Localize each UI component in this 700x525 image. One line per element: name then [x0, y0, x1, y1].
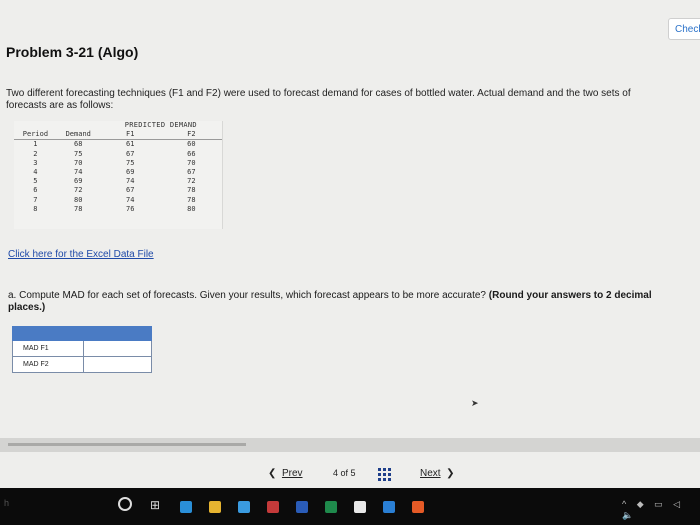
scroll-track[interactable]: [0, 438, 700, 452]
question-text: a. Compute MAD for each set of forecasts…: [8, 290, 486, 301]
table-cell: 61: [126, 140, 135, 149]
answer-table: MAD F1 MAD F2: [12, 326, 152, 374]
problem-title: Problem 3-21 (Algo): [6, 44, 139, 60]
store-icon[interactable]: [354, 501, 366, 513]
table-cell: 74: [126, 177, 135, 186]
mad-f1-input[interactable]: [83, 341, 151, 356]
table-cell: 78: [74, 204, 83, 213]
table-cell: 69: [126, 168, 135, 177]
answer-table-header: [12, 326, 152, 341]
table-cell: 5: [33, 177, 38, 186]
check-button[interactable]: Check: [668, 18, 700, 40]
table-row: 3 70 75 70: [14, 159, 222, 168]
predicted-demand-header: PREDICTED DEMAND: [124, 121, 197, 129]
next-label: Next: [420, 468, 441, 479]
table-cell: 80: [187, 204, 196, 213]
mad-f2-input[interactable]: [83, 357, 151, 372]
table-cell: 4: [33, 168, 38, 177]
table-row: 2 75 67 66: [14, 150, 222, 159]
answer-row-mad-f2: MAD F2: [12, 357, 152, 373]
edge-icon[interactable]: [180, 501, 192, 513]
table-row: 8 78 76 80: [14, 205, 222, 214]
grid-icon[interactable]: [378, 468, 391, 481]
word-icon[interactable]: [296, 501, 308, 513]
table-row: 5 69 74 72: [14, 177, 222, 186]
taskbar-mark: h: [4, 498, 10, 508]
next-button[interactable]: Next ❯: [420, 468, 455, 479]
column-header-period: Period: [14, 130, 57, 141]
table-cell: 75: [74, 149, 83, 158]
chevron-left-icon: ❮: [268, 468, 277, 479]
firefox-icon[interactable]: [412, 501, 424, 513]
table-cell: 74: [74, 168, 83, 177]
table-cell: 1: [33, 140, 38, 149]
forecast-table: PREDICTED DEMAND Period Demand F1 F2 1 68…: [14, 121, 223, 229]
table-cell: 3: [33, 158, 38, 167]
table-cell: 78: [187, 186, 196, 195]
table-cell: 76: [126, 204, 135, 213]
prev-button[interactable]: ❮ Prev: [268, 468, 303, 479]
taskbar: h ⊞ ^ ◆ ▭ ◁ 🔈: [0, 488, 700, 525]
pager: ❮ Prev 4 of 5 Next ❯: [0, 465, 700, 485]
table-row: 1 68 61 60: [14, 140, 222, 150]
page-count: 4 of 5: [333, 468, 356, 478]
answer-row-mad-f1: MAD F1: [12, 341, 152, 357]
search-icon[interactable]: [118, 497, 132, 511]
task-view-icon[interactable]: ⊞: [150, 498, 160, 512]
excel-data-link[interactable]: Click here for the Excel Data File: [8, 249, 154, 260]
table-cell: 66: [187, 149, 196, 158]
prev-label: Prev: [281, 468, 303, 479]
table-row: 7 80 74 78: [14, 196, 222, 205]
column-header-demand: Demand: [56, 130, 100, 141]
mad-f2-label: MAD F2: [23, 361, 49, 368]
problem-description: Two different forecasting techniques (F1…: [6, 88, 631, 111]
table-row: 6 72 67 78: [14, 186, 222, 195]
scroll-thumb[interactable]: [8, 443, 246, 446]
table-cell: 80: [74, 195, 83, 204]
mouse-cursor-icon: ➤: [471, 398, 479, 408]
files-icon[interactable]: [209, 501, 221, 513]
table-cell: 67: [126, 186, 135, 195]
table-cell: 68: [74, 140, 83, 149]
table-cell: 69: [74, 177, 83, 186]
table-cell: 6: [33, 186, 38, 195]
table-row: 4 74 69 67: [14, 168, 222, 177]
table-cell: 67: [126, 149, 135, 158]
table-cell: 2: [33, 149, 38, 158]
chevron-right-icon: ❯: [446, 468, 455, 479]
table-cell: 60: [187, 140, 196, 149]
table-cell: 70: [187, 158, 196, 167]
question-a: a. Compute MAD for each set of forecasts…: [8, 290, 668, 314]
table-cell: 74: [126, 195, 135, 204]
table-cell: 75: [126, 158, 135, 167]
table-cell: 7: [33, 195, 38, 204]
excel-icon[interactable]: [325, 501, 337, 513]
mail-icon[interactable]: [383, 501, 395, 513]
column-header-f1: F1: [99, 130, 161, 141]
table-cell: 72: [187, 177, 196, 186]
column-header-f2: F2: [160, 130, 222, 141]
photos-icon[interactable]: [238, 501, 250, 513]
table-cell: 78: [187, 195, 196, 204]
red-app-icon[interactable]: [267, 501, 279, 513]
mad-f1-label: MAD F1: [23, 345, 49, 352]
system-tray[interactable]: ^ ◆ ▭ ◁ 🔈: [622, 499, 700, 521]
table-cell: 72: [74, 186, 83, 195]
table-cell: 67: [187, 168, 196, 177]
table-cell: 70: [74, 158, 83, 167]
table-cell: 8: [33, 204, 38, 213]
